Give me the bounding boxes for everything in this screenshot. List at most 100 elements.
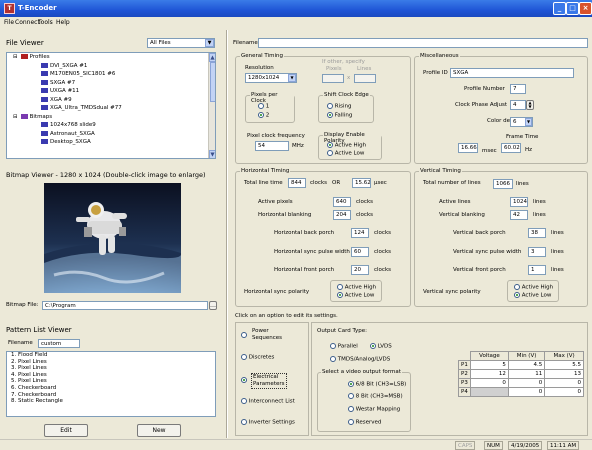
tree-item[interactable]: M170EN05_SIC1801 #6 (7, 70, 215, 79)
chevron-down-icon[interactable]: ▼ (288, 74, 296, 82)
radio-selected-icon[interactable] (348, 381, 354, 387)
min-cell[interactable]: 0 (507, 378, 546, 388)
min-cell[interactable]: 0 (507, 387, 546, 397)
v-front-field[interactable]: 1 (528, 265, 546, 275)
format-option-3[interactable]: Reserved (348, 419, 381, 426)
h-total-clocks-field[interactable]: 844 (288, 178, 306, 188)
pixels-field[interactable] (322, 74, 344, 83)
radio-icon[interactable] (330, 343, 336, 349)
collapse-icon[interactable]: ⊟ (13, 54, 18, 60)
list-item[interactable]: 3. Pixel Lines (9, 365, 215, 372)
radio-selected-icon[interactable] (258, 112, 264, 118)
list-item[interactable]: 1. Flood Field (9, 352, 215, 359)
de-polarity-low[interactable]: Active Low (327, 150, 364, 157)
scroll-up-icon[interactable]: ▲ (209, 53, 215, 62)
radio-selected-icon[interactable] (514, 292, 520, 298)
ppc-option-2[interactable]: 2 (258, 112, 269, 119)
h-total-usec-field[interactable]: 15.62 (352, 178, 371, 188)
menu-connect[interactable]: Connect (15, 19, 40, 26)
format-option-0[interactable]: 6/8 Bit (CH3=LSB) (348, 381, 406, 388)
voltage-cell[interactable]: 5 (470, 360, 509, 370)
radio-icon[interactable] (337, 284, 343, 290)
voltage-cell[interactable]: 0 (470, 378, 509, 388)
max-cell[interactable]: 0 (544, 387, 584, 397)
menu-help[interactable]: Help (56, 19, 70, 26)
list-item[interactable]: 4. Pixel Lines (9, 372, 215, 379)
radio-icon[interactable] (327, 103, 333, 109)
v-polarity-low[interactable]: Active Low (514, 292, 551, 299)
radio-icon[interactable] (330, 356, 336, 362)
max-cell[interactable]: 13 (544, 369, 584, 379)
h-polarity-high[interactable]: Active High (337, 284, 376, 291)
new-button[interactable]: New (137, 424, 181, 437)
edge-option-falling[interactable]: Falling (327, 112, 352, 119)
radio-icon[interactable] (241, 398, 247, 404)
minimize-button[interactable]: _ (553, 2, 566, 15)
pixel-clock-field[interactable]: 54 (255, 141, 289, 151)
option-inverter-settings[interactable]: Inverter Settings (241, 419, 295, 426)
radio-icon[interactable] (348, 393, 354, 399)
filename-field[interactable] (258, 38, 588, 48)
v-total-field[interactable]: 1066 (493, 179, 513, 189)
radio-icon[interactable] (241, 354, 247, 360)
option-interconnect-list[interactable]: Interconnect List (241, 398, 295, 405)
radio-icon[interactable] (241, 332, 247, 338)
resolution-select[interactable]: 1280x1024 ▼ (245, 73, 297, 83)
option-electrical-parameters[interactable] (241, 377, 247, 384)
radio-icon[interactable] (327, 150, 333, 156)
list-item[interactable]: 6. Checkerboard (9, 385, 215, 392)
clock-phase-spinner[interactable]: ▲ ▼ (526, 100, 534, 110)
clock-phase-field[interactable]: 4 (510, 100, 526, 110)
scroll-down-icon[interactable]: ▼ (209, 150, 215, 158)
h-front-field[interactable]: 20 (351, 265, 369, 275)
list-item[interactable]: 5. Pixel Lines (9, 378, 215, 385)
format-option-2[interactable]: Westar Mapping (348, 406, 400, 413)
list-item[interactable]: 7. Checkerboard (9, 392, 215, 399)
chevron-down-icon[interactable]: ▼ (525, 118, 532, 126)
bitmap-preview[interactable] (44, 183, 181, 293)
tree-item[interactable]: Astronaut_SXGA (7, 130, 215, 139)
output-type-tmds[interactable]: TMDS/Analog/LVDS (330, 356, 390, 363)
tree-item[interactable]: XGA #9 (7, 96, 215, 105)
ppc-option-1[interactable]: 1 (258, 103, 269, 110)
voltage-cell[interactable]: 12 (470, 369, 509, 379)
browse-button[interactable]: … (209, 301, 217, 310)
collapse-icon[interactable]: ⊟ (13, 114, 18, 120)
radio-icon[interactable] (348, 406, 354, 412)
menu-file[interactable]: File (4, 19, 14, 26)
tree-folder[interactable]: ⊟ Profiles (7, 53, 215, 62)
v-polarity-high[interactable]: Active High (514, 284, 553, 291)
file-tree-scrollbar[interactable]: ▲ ▼ (208, 53, 215, 158)
edit-button[interactable]: Edit (44, 424, 88, 437)
h-back-field[interactable]: 124 (351, 228, 369, 238)
close-button[interactable]: × (579, 2, 592, 15)
h-polarity-low[interactable]: Active Low (337, 292, 374, 299)
tree-item[interactable]: Desktop_SXGA (7, 138, 215, 147)
radio-selected-icon[interactable] (370, 343, 376, 349)
v-sync-field[interactable]: 3 (528, 247, 546, 257)
format-option-1[interactable]: 8 Bit (CH3=MSB) (348, 393, 403, 400)
spin-down-icon[interactable]: ▼ (528, 104, 531, 109)
tree-item[interactable]: SXGA #7 (7, 79, 215, 88)
splitter[interactable] (226, 30, 228, 438)
v-back-field[interactable]: 38 (528, 228, 546, 238)
bitmap-file-field[interactable]: C:\Program (42, 301, 208, 310)
lines-field[interactable] (354, 74, 376, 83)
scroll-thumb[interactable] (210, 62, 215, 102)
edge-option-rising[interactable]: Rising (327, 103, 351, 110)
radio-icon[interactable] (514, 284, 520, 290)
radio-selected-icon[interactable] (241, 377, 247, 383)
pattern-list[interactable]: 1. Flood Field 2. Pixel Lines 3. Pixel Lin… (6, 351, 216, 417)
radio-selected-icon[interactable] (337, 292, 343, 298)
max-cell[interactable]: 5.5 (544, 360, 584, 370)
profile-id-field[interactable]: SXGA (450, 68, 574, 78)
output-type-lvds[interactable]: LVDS (370, 343, 392, 350)
pattern-filename-field[interactable]: custom (38, 339, 80, 348)
list-item[interactable]: 2. Pixel Lines (9, 359, 215, 366)
option-electrical-parameters-label[interactable]: Electrical Parameters (251, 373, 287, 389)
chevron-down-icon[interactable]: ▼ (205, 39, 214, 47)
min-cell[interactable]: 4.5 (507, 360, 546, 370)
option-discretes[interactable]: Discretes (241, 354, 274, 361)
file-filter-select[interactable]: All Files ▼ (147, 38, 215, 48)
option-power-sequences-label[interactable]: Power Sequences (252, 328, 292, 342)
